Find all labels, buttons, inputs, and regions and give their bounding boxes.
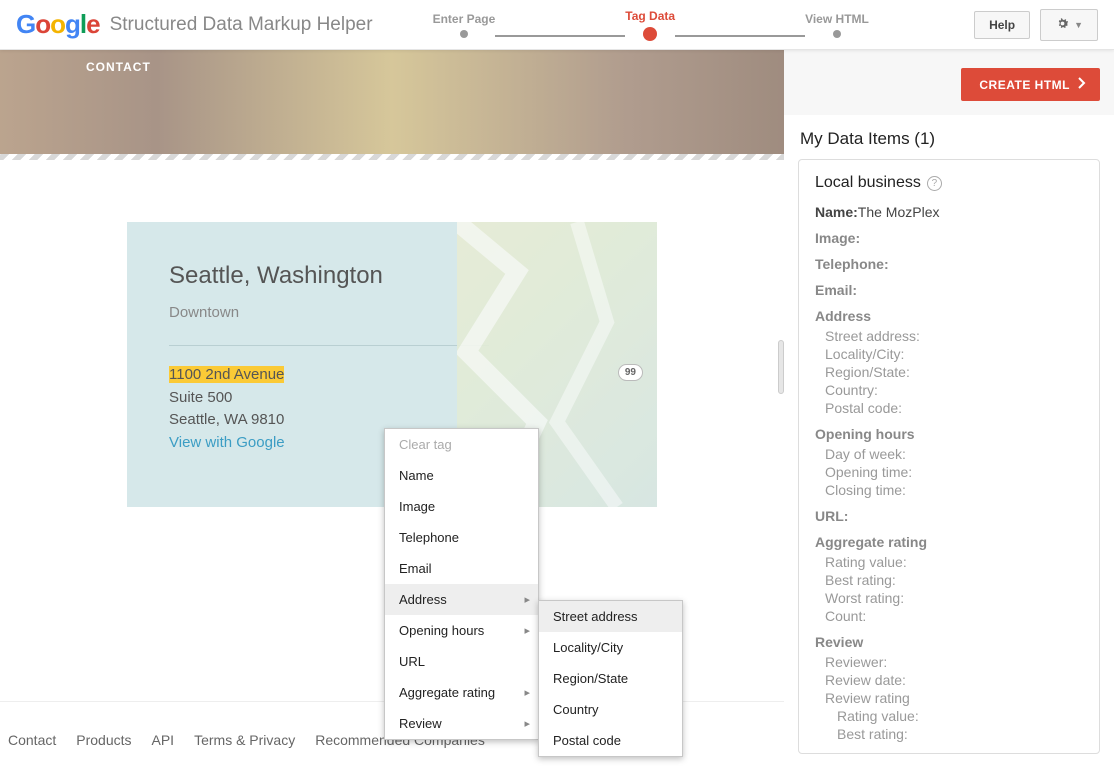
chevron-right-icon	[1078, 77, 1086, 92]
footer-terms[interactable]: Terms & Privacy	[194, 732, 295, 748]
sub-count: Count:	[825, 608, 1083, 624]
schema-type-title: Local business ?	[815, 174, 1083, 192]
ctx-telephone[interactable]: Telephone	[385, 522, 538, 553]
sub-region: Region/State:	[825, 364, 1083, 380]
sub-locality: Locality/City:	[825, 346, 1083, 362]
field-review: Review	[815, 634, 1083, 650]
sub-best-rating: Best rating:	[825, 572, 1083, 588]
highlighted-selection[interactable]: 1100 2nd Avenue	[169, 366, 284, 383]
ctx-image[interactable]: Image	[385, 491, 538, 522]
ctx-sub-street[interactable]: Street address	[539, 601, 682, 632]
sub-worst-rating: Worst rating:	[825, 590, 1083, 606]
ctx-review[interactable]: Review	[385, 708, 538, 739]
settings-button[interactable]: ▼	[1040, 9, 1098, 41]
preview-pane: CONTACT 99 Seattle, Washington Downtown …	[0, 50, 784, 768]
step-enter-page: Enter Page	[433, 12, 496, 26]
sub-close: Closing time:	[825, 482, 1083, 498]
field-hours: Opening hours	[815, 426, 1083, 442]
sub-postal: Postal code:	[825, 400, 1083, 416]
ctx-email[interactable]: Email	[385, 553, 538, 584]
field-email: Email:	[815, 282, 1083, 298]
sub-rating-value: Rating value:	[825, 554, 1083, 570]
pane-resize-handle[interactable]	[778, 340, 784, 394]
field-telephone: Telephone:	[815, 256, 1083, 272]
sub-street: Street address:	[825, 328, 1083, 344]
app-title: Structured Data Markup Helper	[110, 14, 373, 36]
help-icon[interactable]: ?	[927, 176, 942, 191]
field-name-value: The MozPlex	[858, 204, 940, 220]
ctx-aggregate-rating[interactable]: Aggregate rating	[385, 677, 538, 708]
ctx-address[interactable]: Address	[385, 584, 538, 615]
sub-review-date: Review date:	[825, 672, 1083, 688]
route-badge: 99	[618, 364, 643, 381]
ctx-sub-region[interactable]: Region/State	[539, 663, 682, 694]
help-button[interactable]: Help	[974, 11, 1030, 39]
hero-nav-contact[interactable]: CONTACT	[86, 60, 151, 74]
google-logo: Google	[16, 9, 100, 40]
hero-area: CONTACT	[0, 50, 784, 160]
ctx-name[interactable]: Name	[385, 460, 538, 491]
gear-icon	[1055, 16, 1070, 34]
tag-context-menu: Clear tag Name Image Telephone Email Add…	[384, 428, 539, 740]
sub-open: Opening time:	[825, 464, 1083, 480]
schema-type-label: Local business	[815, 174, 921, 192]
ctx-sub-locality[interactable]: Locality/City	[539, 632, 682, 663]
field-url: URL:	[815, 508, 1083, 524]
create-html-button[interactable]: CREATE HTML	[961, 68, 1100, 101]
sub-review-rating: Review rating	[825, 690, 1083, 706]
data-items-heading: My Data Items (1)	[784, 115, 1114, 159]
data-panel: CREATE HTML My Data Items (1) Local busi…	[784, 50, 1114, 768]
chevron-down-icon: ▼	[1074, 20, 1083, 30]
footer-contact[interactable]: Contact	[8, 732, 56, 748]
tag-submenu-address: Street address Locality/City Region/Stat…	[538, 600, 683, 757]
ctx-opening-hours[interactable]: Opening hours	[385, 615, 538, 646]
ctx-sub-postal[interactable]: Postal code	[539, 725, 682, 756]
field-image: Image:	[815, 230, 1083, 246]
sub-rr-best: Best rating:	[837, 726, 1083, 742]
sub-country: Country:	[825, 382, 1083, 398]
progress-steps: Enter Page Tag Data View HTML	[433, 9, 869, 41]
top-header: Google Structured Data Markup Helper Ent…	[0, 0, 1114, 50]
ctx-clear-tag: Clear tag	[385, 429, 538, 460]
field-agg: Aggregate rating	[815, 534, 1083, 550]
sub-reviewer: Reviewer:	[825, 654, 1083, 670]
footer-api[interactable]: API	[152, 732, 175, 748]
sub-dow: Day of week:	[825, 446, 1083, 462]
step-view-html: View HTML	[805, 12, 869, 26]
field-name-label: Name:	[815, 204, 858, 220]
ctx-sub-country[interactable]: Country	[539, 694, 682, 725]
create-html-label: CREATE HTML	[979, 78, 1070, 92]
sub-rr-value: Rating value:	[837, 708, 1083, 724]
ctx-url[interactable]: URL	[385, 646, 538, 677]
field-address: Address	[815, 308, 1083, 324]
step-tag-data: Tag Data	[625, 9, 675, 23]
footer-products[interactable]: Products	[76, 732, 131, 748]
